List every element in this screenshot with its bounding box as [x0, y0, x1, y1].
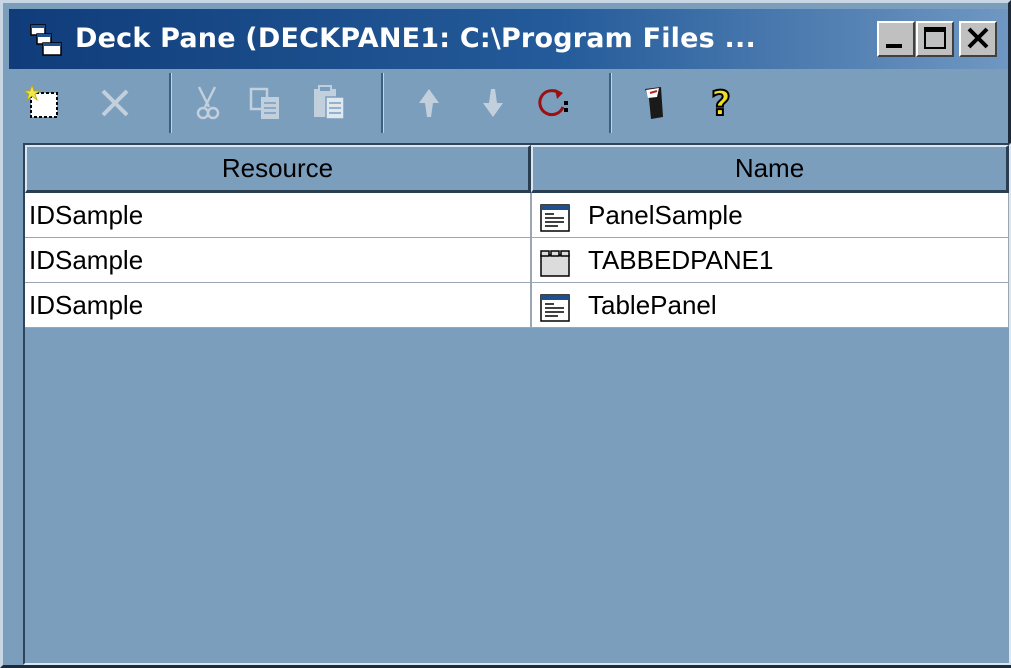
new-item-icon [22, 83, 58, 118]
deck-pane-icon [29, 23, 63, 57]
column-header-name[interactable]: Name [531, 145, 1009, 193]
name-label: PanelSample [588, 200, 743, 230]
name-cell: TABBEDPANE1 [531, 238, 1009, 283]
close-icon [967, 27, 989, 49]
resource-cell: IDSample [25, 283, 531, 328]
help-question-icon: ? [710, 83, 732, 125]
close-button[interactable] [959, 21, 997, 57]
resource-cell: IDSample [25, 238, 531, 283]
deck-pane-window: Deck Pane (DECKPANE1: C:\Program Files .… [0, 0, 1011, 668]
name-label: TablePanel [588, 290, 717, 320]
delete-x-icon [101, 89, 129, 117]
resource-table: Resource Name IDSample PanelSample IDSam… [23, 143, 1011, 665]
tools-button[interactable] [633, 83, 677, 123]
svg-text:?: ? [711, 84, 731, 123]
maximize-button[interactable] [916, 21, 954, 57]
toolbar-separator [169, 73, 172, 133]
minimize-button[interactable] [877, 21, 915, 57]
table-row[interactable]: IDSample TablePanel [25, 283, 1009, 328]
resource-cell: IDSample [25, 193, 531, 238]
name-cell: TablePanel [531, 283, 1009, 328]
arrow-down-icon [483, 89, 503, 117]
move-down-button[interactable] [471, 83, 515, 123]
copy-button[interactable] [245, 83, 289, 123]
refresh-button[interactable] [531, 83, 575, 123]
tabbed-pane-icon [540, 246, 570, 277]
toolbar-separator [609, 73, 612, 133]
toolbar-separator [381, 73, 384, 133]
minimize-icon [886, 44, 902, 48]
window-title: Deck Pane (DECKPANE1: C:\Program Files .… [75, 23, 756, 54]
table-row[interactable]: IDSample PanelSample [25, 193, 1009, 238]
column-header-resource[interactable]: Resource [25, 145, 531, 193]
panel-icon [540, 291, 570, 322]
title-bar[interactable]: Deck Pane (DECKPANE1: C:\Program Files .… [9, 9, 1008, 69]
panel-icon [540, 201, 570, 232]
help-button[interactable]: ? [699, 83, 743, 125]
copy-icon [249, 87, 279, 119]
cut-button[interactable] [187, 83, 231, 123]
tool-icon [645, 87, 663, 119]
toolbar: ? [9, 69, 1008, 137]
refresh-icon [538, 89, 568, 117]
paste-button[interactable] [309, 83, 353, 123]
scissors-icon [196, 86, 220, 120]
arrow-up-icon [419, 89, 439, 117]
paste-icon [314, 85, 345, 120]
move-up-button[interactable] [407, 83, 451, 123]
delete-button[interactable] [95, 83, 139, 123]
table-row[interactable]: IDSample TABBEDPANE1 [25, 238, 1009, 283]
name-label: TABBEDPANE1 [588, 245, 774, 275]
maximize-icon [924, 27, 946, 49]
name-cell: PanelSample [531, 193, 1009, 238]
table-header: Resource Name [25, 145, 1009, 193]
new-item-button[interactable] [22, 83, 67, 123]
